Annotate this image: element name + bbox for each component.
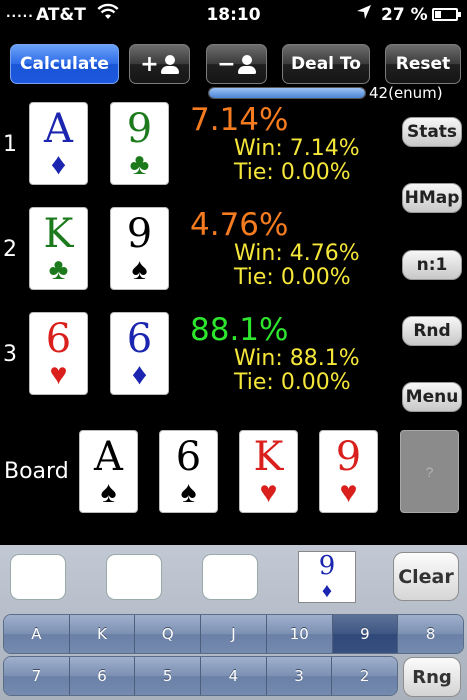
main-area: Calculate + − Deal To Reset 42(enum) 1 A… — [0, 30, 467, 545]
hmap-button[interactable]: HMap — [402, 183, 462, 213]
player-card[interactable]: 9 ♠ — [110, 207, 169, 290]
rank-key[interactable]: 7 — [4, 657, 70, 695]
player-win: Win: 4.76% — [234, 241, 360, 266]
card-rank: 9 — [335, 434, 362, 480]
card-rank: 9 — [126, 106, 153, 152]
remove-player-icon: − — [217, 52, 256, 77]
range-button[interactable]: Rng — [403, 657, 461, 697]
rank-key[interactable]: A — [4, 615, 70, 653]
card-suit-icon: ♣ — [48, 253, 69, 286]
odds-ratio-button[interactable]: n:1 — [402, 250, 462, 280]
player-card[interactable]: 9 ♣ — [110, 102, 169, 185]
card-suit-icon: ♥ — [49, 358, 68, 391]
status-bar: ..... AT&T 18:10 27 % — [0, 0, 467, 30]
card-suit-icon: ♣ — [129, 148, 150, 181]
card-rank: K — [43, 211, 74, 257]
card-rank: A — [44, 106, 73, 152]
player-win: Win: 7.14% — [234, 136, 360, 161]
player-number: 3 — [3, 342, 17, 367]
player-card[interactable]: K ♣ — [29, 207, 88, 290]
player-tie: Tie: 0.00% — [234, 370, 351, 395]
card-rank: 9 — [126, 211, 153, 257]
menu-button[interactable]: Menu — [402, 382, 462, 412]
rank-key[interactable]: 3 — [266, 657, 333, 695]
card-rank: K — [253, 434, 284, 480]
add-player-icon: + — [140, 52, 179, 77]
rank-key[interactable]: 4 — [201, 657, 267, 695]
rank-key[interactable]: K — [69, 615, 136, 653]
player-tie: Tie: 0.00% — [234, 265, 351, 290]
player-card[interactable]: A ♦ — [29, 102, 88, 185]
card-rank: 6 — [45, 316, 72, 362]
random-button[interactable]: Rnd — [402, 316, 462, 346]
board-label: Board — [4, 459, 69, 484]
rank-key[interactable]: 8 — [398, 615, 463, 653]
stats-button[interactable]: Stats — [402, 117, 462, 147]
player-win: Win: 88.1% — [234, 346, 360, 371]
board-card[interactable]: 9 ♥ — [319, 430, 378, 513]
card-suit-icon: ♠ — [100, 476, 117, 509]
player-number: 2 — [3, 237, 17, 262]
deal-to-button[interactable]: Deal To — [282, 44, 370, 84]
add-player-button[interactable]: + — [129, 44, 190, 84]
rank-key[interactable]: 5 — [135, 657, 202, 695]
battery-icon — [432, 8, 461, 21]
calculate-button[interactable]: Calculate — [10, 44, 119, 84]
suit-slot[interactable] — [202, 554, 258, 600]
rank-key[interactable]: Q — [135, 615, 202, 653]
player-equity: 88.1% — [190, 312, 289, 348]
rank-key[interactable]: J — [201, 615, 267, 653]
player-tie: Tie: 0.00% — [234, 160, 351, 185]
remove-player-button[interactable]: − — [206, 44, 267, 84]
location-arrow-icon — [356, 4, 372, 25]
rank-key[interactable]: 2 — [332, 657, 397, 695]
card-suit-icon: ♠ — [131, 253, 148, 286]
board-card[interactable]: K ♥ — [239, 430, 298, 513]
progress-fill — [209, 88, 365, 98]
clear-button[interactable]: Clear — [393, 552, 459, 601]
card-picker-tray: 9 ♦ Clear A K Q J 10 9 8 765432 Rng — [0, 545, 467, 700]
progress-label: 42(enum) — [369, 84, 443, 102]
progress-bar — [208, 87, 366, 99]
rank-key[interactable]: 6 — [69, 657, 136, 695]
card-suit-icon: ♥ — [339, 476, 358, 509]
card-rank: A — [94, 434, 123, 480]
suit-slot[interactable] — [10, 554, 66, 600]
player-card[interactable]: 6 ♥ — [29, 312, 88, 395]
rank-keys-row-2: 765432 — [3, 656, 398, 696]
card-suit-icon: ♠ — [180, 476, 197, 509]
player-equity: 7.14% — [190, 102, 289, 138]
card-rank: 6 — [126, 316, 153, 362]
player-equity: 4.76% — [190, 207, 289, 243]
player-number: 1 — [3, 132, 17, 157]
selected-card[interactable]: 9 ♦ — [298, 551, 356, 603]
board-empty-slot[interactable]: ? — [400, 430, 459, 513]
rank-keys-row-1: A K Q J 10 9 8 — [3, 614, 464, 654]
card-suit-icon: ♥ — [259, 476, 278, 509]
player-card[interactable]: 6 ♦ — [110, 312, 169, 395]
card-suit-icon: ♦ — [131, 358, 148, 391]
card-suit-icon: ♦ — [321, 580, 333, 602]
battery-percent: 27 % — [381, 5, 428, 25]
board-card[interactable]: 6 ♠ — [159, 430, 218, 513]
board-card[interactable]: A ♠ — [79, 430, 138, 513]
card-rank: 6 — [175, 434, 202, 480]
card-suit-icon: ♦ — [50, 148, 67, 181]
card-rank: 9 — [318, 551, 336, 581]
rank-key[interactable]: 10 — [266, 615, 333, 653]
suit-slot[interactable] — [106, 554, 162, 600]
reset-button[interactable]: Reset — [385, 44, 461, 84]
rank-key[interactable]: 9 — [332, 615, 399, 653]
